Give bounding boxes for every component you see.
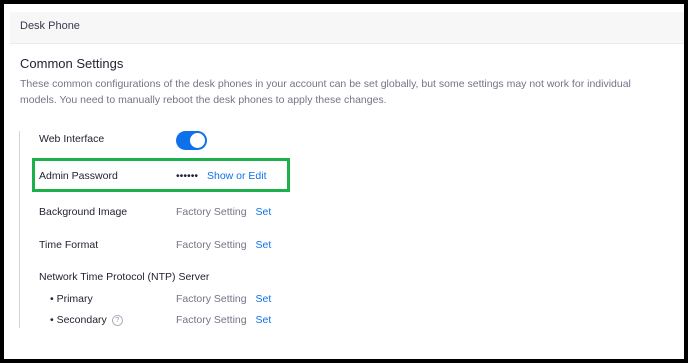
section-title: Desk Phone — [20, 20, 80, 32]
toggle-knob — [190, 133, 205, 148]
background-image-row: Background Image Factory Setting Set — [20, 204, 340, 224]
ntp-primary-value: Factory Setting Set — [176, 293, 271, 305]
background-image-setting: Factory Setting — [176, 206, 247, 218]
help-icon[interactable]: ? — [111, 315, 123, 326]
ntp-primary-row: • Primary Factory Setting Set — [20, 291, 340, 311]
time-format-row: Time Format Factory Setting Set — [20, 237, 340, 257]
ntp-server-row: Network Time Protocol (NTP) Server — [20, 269, 340, 289]
ntp-server-label: Network Time Protocol (NTP) Server — [39, 271, 210, 283]
ntp-secondary-label: • Secondary — [50, 314, 107, 326]
background-image-set-link[interactable]: Set — [256, 206, 272, 218]
web-interface-row: Web Interface — [20, 131, 340, 151]
web-interface-label: Web Interface — [39, 133, 105, 145]
background-image-value: Factory Setting Set — [176, 206, 271, 218]
ntp-secondary-label-wrap: • Secondary? — [50, 314, 123, 326]
ntp-secondary-set-link[interactable]: Set — [256, 314, 272, 326]
time-format-label: Time Format — [39, 239, 99, 251]
ntp-secondary-value: Factory Setting Set — [176, 314, 271, 326]
time-format-set-link[interactable]: Set — [256, 239, 272, 251]
ntp-primary-setting: Factory Setting — [176, 293, 247, 305]
time-format-setting: Factory Setting — [176, 239, 247, 251]
background-image-label: Background Image — [39, 206, 128, 218]
ntp-secondary-row: • Secondary? Factory Setting Set — [20, 312, 340, 332]
web-interface-toggle[interactable] — [176, 131, 207, 150]
common-settings-heading: Common Settings — [20, 56, 124, 71]
admin-password-highlight-box — [32, 158, 290, 192]
common-settings-description: These common configurations of the desk … — [20, 78, 631, 106]
settings-panel: Desk Phone Common Settings These common … — [4, 4, 684, 359]
section-header: Desk Phone — [10, 12, 684, 44]
ntp-primary-label: • Primary — [50, 293, 93, 305]
ntp-primary-set-link[interactable]: Set — [256, 293, 272, 305]
ntp-secondary-setting: Factory Setting — [176, 314, 247, 326]
time-format-value: Factory Setting Set — [176, 239, 271, 251]
